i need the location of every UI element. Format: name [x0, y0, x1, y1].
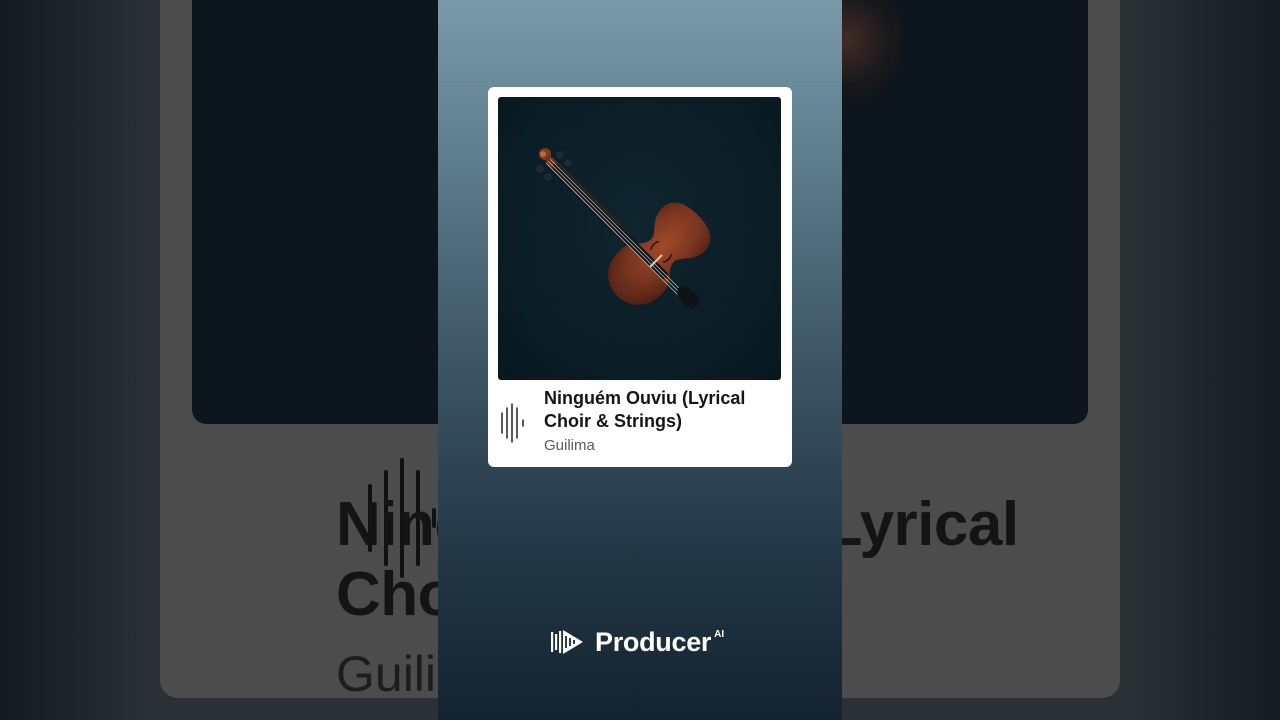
violin-icon — [536, 148, 711, 308]
song-card[interactable]: Ninguém Ouviu (Lyrical Choir & Strings) … — [488, 87, 792, 467]
brand-ai-badge: AI — [714, 629, 725, 640]
song-artist[interactable]: Guilima — [544, 436, 595, 456]
producer-logo-icon — [551, 630, 583, 654]
waveform-icon — [501, 403, 524, 443]
song-title: Ninguém Ouviu (Lyrical Choir & Strings) — [544, 388, 746, 431]
producer-ai-watermark: Producer AI — [551, 625, 724, 659]
video-frame: Ninguém Ouviu (Lyrical Choir & Strings) … — [0, 0, 1280, 720]
album-artwork — [498, 97, 781, 380]
brand-name: Producer — [595, 626, 712, 657]
center-panel: Ninguém Ouviu (Lyrical Choir & Strings) … — [438, 0, 842, 720]
